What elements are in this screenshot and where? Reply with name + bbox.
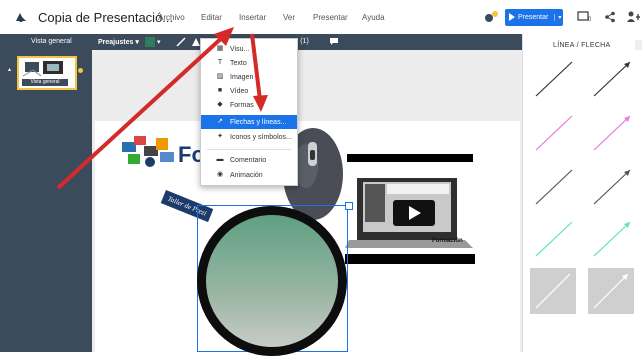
color-swatch-button[interactable]: [145, 37, 155, 47]
share-icon[interactable]: [604, 11, 616, 23]
swatch-line-mint[interactable]: [535, 221, 573, 257]
color-chevron-icon[interactable]: ▾: [157, 38, 161, 46]
swatch-arrow-mint[interactable]: [593, 221, 631, 257]
overview-tab[interactable]: Vista general: [31, 38, 72, 45]
menu-item-arrows-lines[interactable]: ↗ Flechas y líneas...: [201, 115, 297, 129]
collapse-arrow-icon[interactable]: ▴: [8, 66, 14, 73]
animation-icon: ◉: [216, 171, 224, 178]
shapes-icon: ◆: [217, 101, 223, 108]
resize-handle[interactable]: [345, 202, 353, 210]
present-dropdown-chevron-icon[interactable]: ▾: [554, 14, 561, 21]
document-title[interactable]: Copia de Presentació...: [38, 10, 173, 25]
logo-collage-image[interactable]: [120, 132, 180, 174]
menu-item-text[interactable]: T Texto: [201, 56, 297, 70]
swatch-line-pink[interactable]: [535, 115, 573, 151]
menu-item-visuals[interactable]: ▦ Visu...: [201, 42, 297, 56]
prezi-logo-icon[interactable]: [14, 11, 28, 23]
panel-title: LÍNEA / FLECHA: [553, 42, 611, 49]
menu-ayuda[interactable]: Ayuda: [362, 13, 385, 22]
insert-menu: ▦ Visu... T Texto ▨ Imagen ■ Vídeo ◆ Formas ↗…: [200, 38, 298, 186]
menu-item-video[interactable]: ■ Vídeo: [201, 84, 297, 98]
text-icon: T: [217, 59, 223, 66]
menu-archivo[interactable]: Archivo: [158, 13, 185, 22]
swatch-arrow-pink[interactable]: [593, 115, 631, 151]
menu-insertar[interactable]: Insertar: [239, 13, 266, 22]
thumbnail-preview-icon: [22, 61, 63, 77]
selection-dot: [78, 68, 83, 73]
presets-dropdown[interactable]: Preajustes ▾: [98, 38, 139, 46]
comments-icon[interactable]: 0: [577, 11, 591, 22]
slide-panel: [0, 50, 92, 352]
present-button[interactable]: Presentar ▾: [505, 9, 563, 26]
collaborate-icon[interactable]: [483, 10, 499, 24]
menu-presentar[interactable]: Presentar: [313, 13, 348, 22]
swatch-arrow-gray[interactable]: [593, 169, 631, 205]
circle-shape[interactable]: [197, 206, 347, 356]
menu-divider: [207, 149, 291, 150]
play-icon: [509, 13, 515, 21]
menu-item-comment[interactable]: ▬ Comentario: [201, 153, 297, 167]
menu-item-animation[interactable]: ◉ Animación: [201, 168, 297, 182]
chat-icon[interactable]: [329, 37, 339, 46]
video-icon: ■: [217, 87, 223, 94]
thumbnail-label: Vista general: [22, 79, 68, 86]
arrow-icon: ↗: [217, 118, 223, 125]
swatch-arrow-black[interactable]: [593, 61, 631, 97]
menu-item-image[interactable]: ▨ Imagen: [201, 70, 297, 84]
line-style-grid[interactable]: [522, 50, 642, 352]
users-icon[interactable]: [627, 11, 642, 23]
panel-scrollbar[interactable]: [635, 40, 642, 50]
menu-item-icons-symbols[interactable]: ✦ Iconos y símbolos...: [201, 130, 297, 144]
comment-icon: ▬: [216, 156, 224, 163]
swatch-tile-line[interactable]: [530, 268, 576, 314]
present-button-label: Presentar: [518, 14, 549, 21]
swatch-line-gray[interactable]: [535, 169, 573, 205]
menu-item-shapes[interactable]: ◆ Formas: [201, 98, 297, 112]
swatch-line-black[interactable]: [535, 61, 573, 97]
line-tool-icon[interactable]: [176, 37, 186, 47]
laptop-caption: Formación: [432, 238, 463, 244]
image-icon: ▨: [216, 73, 224, 80]
menu-ver[interactable]: Ver: [283, 13, 295, 22]
menu-editar[interactable]: Editar: [201, 13, 222, 22]
grid-icon: ▦: [216, 45, 224, 52]
svg-text:0: 0: [588, 17, 591, 22]
laptop-video-image[interactable]: [345, 154, 475, 264]
pin-icon: ✦: [217, 133, 223, 140]
swatch-tile-arrow[interactable]: [588, 268, 634, 314]
